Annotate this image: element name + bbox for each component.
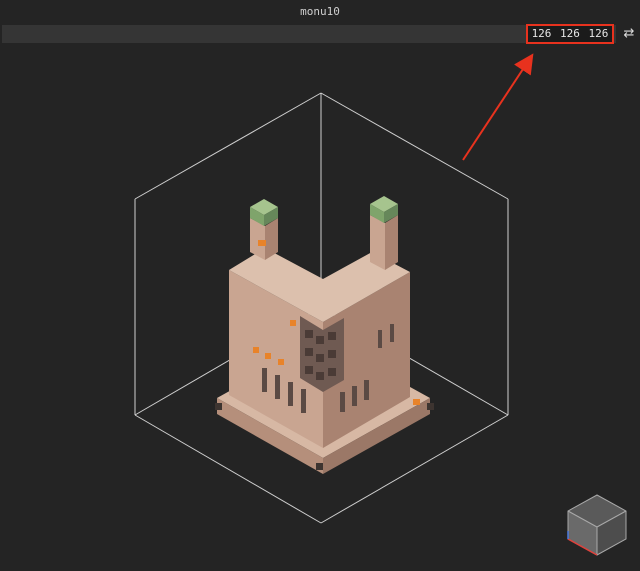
viewport[interactable] [0,0,640,571]
annotation-arrow [462,53,534,161]
orientation-cube-icon[interactable] [565,493,629,557]
voxel-model[interactable] [215,196,434,474]
